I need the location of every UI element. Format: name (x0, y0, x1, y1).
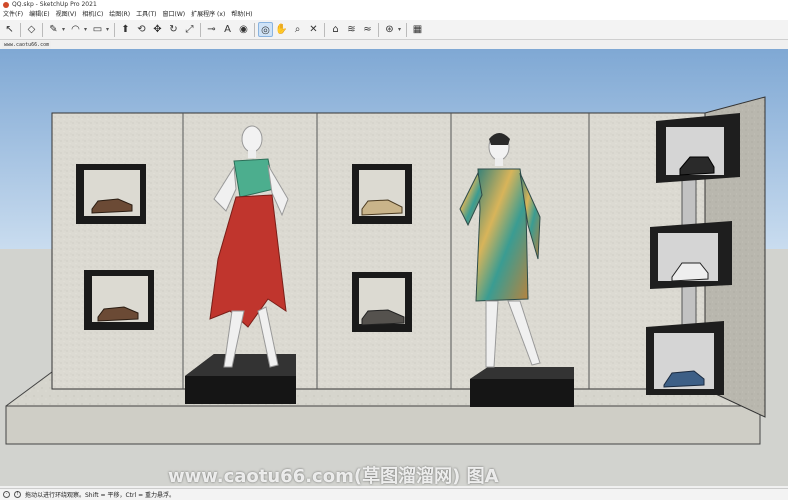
status-text: 拖动以进行环绕观察。Shift = 平移，Ctrl = 重力悬浮。 (25, 492, 175, 499)
paint-bucket-icon[interactable]: ◉ (236, 22, 251, 37)
status-bar: · ! 拖动以进行环绕观察。Shift = 平移，Ctrl = 重力悬浮。 (0, 488, 788, 500)
pan-icon[interactable]: ✋ (274, 22, 289, 37)
toolbar-separator (114, 22, 115, 37)
chevron-down-icon[interactable]: ▾ (106, 26, 111, 33)
orbit-icon[interactable]: ◎ (258, 22, 273, 37)
toolbar-separator (324, 22, 325, 37)
eraser-icon[interactable]: ◇ (24, 22, 39, 37)
toolbar-separator (254, 22, 255, 37)
arc-icon[interactable]: ◠ (68, 22, 83, 37)
pencil-icon[interactable]: ✎ (46, 22, 61, 37)
menu-window[interactable]: 窗口(W) (163, 10, 186, 20)
rectangle-icon[interactable]: ▭ (90, 22, 105, 37)
toolbar-separator (378, 22, 379, 37)
main-toolbar: ↖ ◇ ✎ ▾ ◠ ▾ ▭ ▾ ⬆ ⟲ ✥ ↻ ⤢ ⊸ A ◉ ◎ ✋ ⌕ ✕ … (0, 20, 788, 40)
styles-icon[interactable]: ⊛ (382, 22, 397, 37)
shoe-shelf-box (650, 221, 732, 289)
menu-bar: 文件(F) 编辑(E) 视图(V) 相机(C) 绘图(R) 工具(T) 窗口(W… (0, 10, 788, 20)
pedestal (470, 367, 574, 407)
zoom-extents-icon[interactable]: ✕ (306, 22, 321, 37)
menu-extensions[interactable]: 扩展程序 (x) (191, 10, 225, 20)
back-wall (51, 112, 706, 390)
wall-niche (352, 272, 412, 332)
toolbar-separator (20, 22, 21, 37)
menu-draw[interactable]: 绘图(R) (109, 10, 130, 20)
site-watermark: www.caotu66.com(草图溜溜网) 图A (168, 466, 499, 487)
move-icon[interactable]: ✥ (150, 22, 165, 37)
tape-measure-icon[interactable]: ⊸ (204, 22, 219, 37)
menu-view[interactable]: 视图(V) (56, 10, 77, 20)
follow-me-icon[interactable]: ⟲ (134, 22, 149, 37)
chevron-down-icon[interactable]: ▾ (398, 26, 403, 33)
scale-icon[interactable]: ⤢ (182, 22, 197, 37)
menu-edit[interactable]: 编辑(E) (29, 10, 49, 20)
title-bar: QQ.skp - SketchUp Pro 2021 (0, 0, 788, 10)
overlay-url: www.caotu66.com (2, 41, 52, 49)
shoe-shelf-box (656, 113, 740, 183)
wall-niche (76, 164, 146, 224)
layout-icon[interactable]: ≈ (360, 22, 375, 37)
info-icon[interactable]: ! (14, 491, 21, 498)
menu-file[interactable]: 文件(F) (3, 10, 23, 20)
sandbox-icon[interactable]: ▦ (410, 22, 425, 37)
push-pull-icon[interactable]: ⬆ (118, 22, 133, 37)
extension-warehouse-icon[interactable]: ≋ (344, 22, 359, 37)
model-viewport[interactable] (0, 49, 788, 486)
zoom-icon[interactable]: ⌕ (290, 22, 305, 37)
scene-canvas[interactable] (0, 49, 788, 486)
menu-help[interactable]: 帮助(H) (231, 10, 252, 20)
rotate-icon[interactable]: ↻ (166, 22, 181, 37)
sketchup-logo-icon (3, 2, 9, 8)
toolbar-separator (406, 22, 407, 37)
window-title: QQ.skp - SketchUp Pro 2021 (12, 1, 97, 8)
toolbar-separator (42, 22, 43, 37)
shoe-shelf-box (646, 321, 724, 395)
menu-camera[interactable]: 相机(C) (82, 10, 103, 20)
wall-niche (84, 270, 154, 330)
text-icon[interactable]: A (220, 22, 235, 37)
chevron-down-icon[interactable]: ▾ (84, 26, 89, 33)
chevron-down-icon[interactable]: ▾ (62, 26, 67, 33)
menu-tools[interactable]: 工具(T) (136, 10, 156, 20)
select-icon[interactable]: ↖ (2, 22, 17, 37)
warehouse-icon[interactable]: ⌂ (328, 22, 343, 37)
toolbar-separator (200, 22, 201, 37)
floor-platform-front (5, 405, 761, 445)
geo-location-icon[interactable]: · (3, 491, 10, 498)
wall-niche (352, 164, 412, 224)
